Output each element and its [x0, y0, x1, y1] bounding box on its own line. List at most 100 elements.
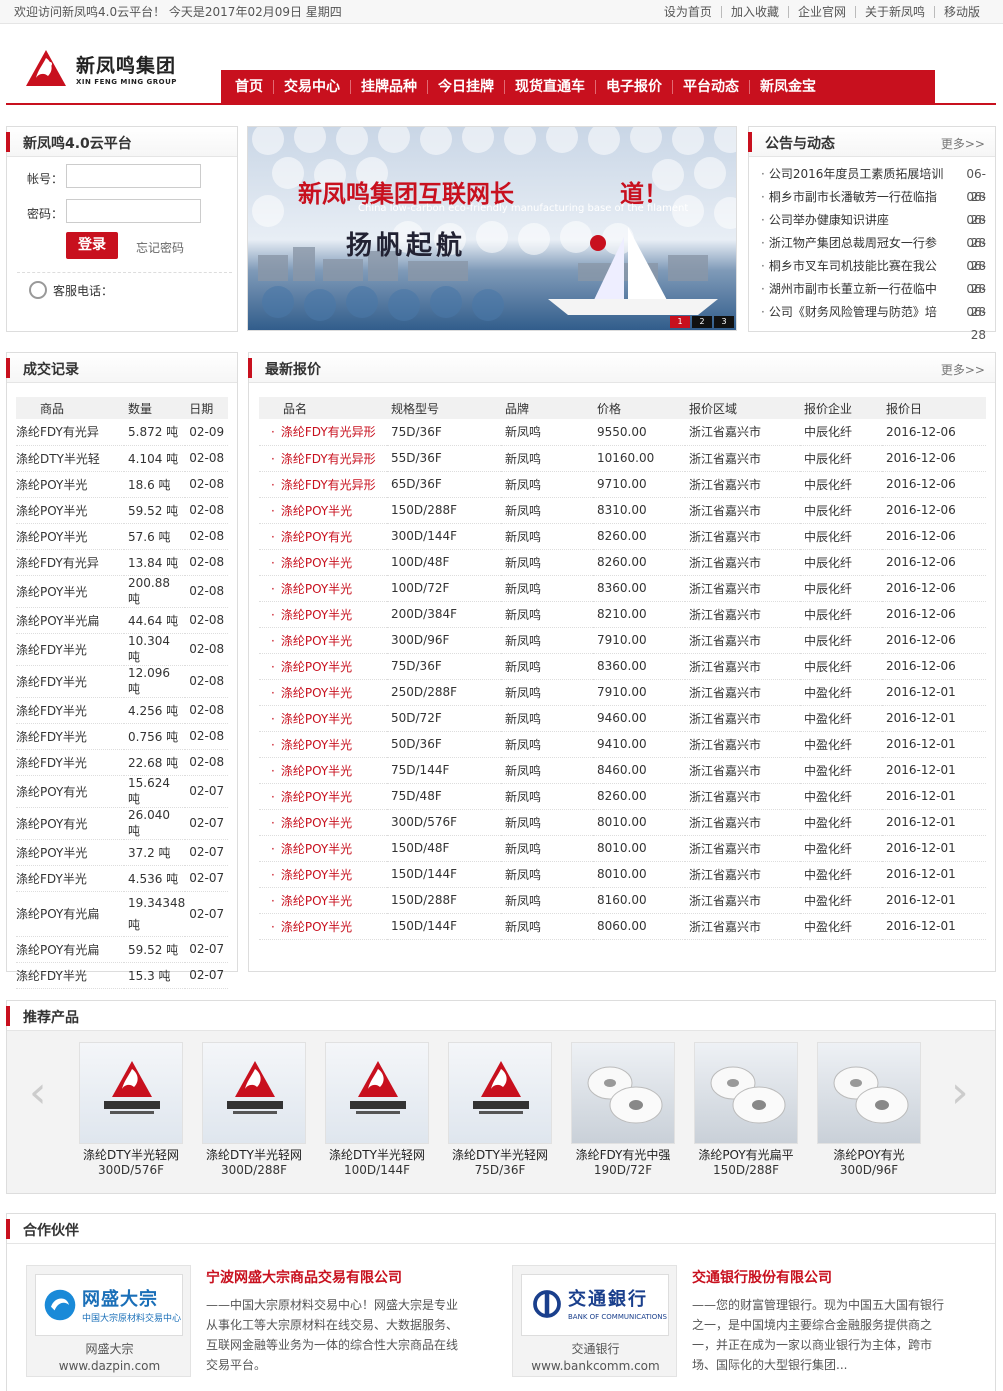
quote-brand: 新凤鸣 [501, 861, 593, 888]
quote-product[interactable]: 涤纶POY半光 [259, 653, 387, 680]
quote-product[interactable]: 涤纶POY半光 [259, 913, 387, 940]
site-logo[interactable]: 新凤鸣集团 XIN FENG MING GROUP [24, 46, 194, 90]
quote-product[interactable]: 涤纶POY半光 [259, 887, 387, 914]
nav-xinfeng-jinbao[interactable]: 新凤金宝 [749, 79, 826, 94]
quote-spec: 75D/36F [387, 419, 501, 446]
banner-dot-3[interactable]: 3 [714, 316, 734, 328]
nav-platform-news[interactable]: 平台动态 [672, 79, 749, 94]
product-name[interactable]: 涤纶DTY半光轻网 [79, 1148, 183, 1163]
deals-row: 涤纶POY半光 18.6 吨 02-08 [16, 471, 228, 498]
product-image[interactable] [571, 1042, 675, 1144]
partner-url-dazpin[interactable]: www.dazpin.com [27, 1359, 192, 1373]
news-item[interactable]: 公司举办健康知识讲座 06-28 [761, 209, 986, 250]
banner-slideshow[interactable]: 新凤鸣集团互联网长 道！ China low-carbon eco-friend… [247, 126, 737, 331]
quote-product[interactable]: 涤纶POY半光 [259, 861, 387, 888]
about-link[interactable]: 关于新凤鸣 [854, 6, 934, 18]
news-item-title[interactable]: 浙江物产集团总裁周冠女一行参 [761, 232, 943, 255]
carousel-next-arrow-icon[interactable]: › [951, 1071, 973, 1115]
news-item[interactable]: 桐乡市副市长潘敏芳一行莅临指 06-28 [761, 186, 986, 227]
quote-product[interactable]: 涤纶FDY有光异形 [259, 471, 387, 498]
quote-spec: 75D/144F [387, 757, 501, 784]
news-item[interactable]: 桐乡市叉车司机技能比赛在我公 06-28 [761, 255, 986, 296]
banner-pagination: 1 2 3 [668, 316, 734, 328]
quote-product[interactable]: 涤纶POY半光 [259, 497, 387, 524]
nav-today-listing[interactable]: 今日挂牌 [427, 79, 504, 94]
partner-title-dazpin[interactable]: 宁波网盛大宗商品交易有限公司 [206, 1267, 402, 1287]
product-name[interactable]: 涤纶DTY半光轻网 [325, 1148, 429, 1163]
quote-product[interactable]: 涤纶POY半光 [259, 731, 387, 758]
quote-product[interactable]: 涤纶POY半光 [259, 757, 387, 784]
product-name[interactable]: 涤纶FDY有光中强 [571, 1148, 675, 1163]
quote-price: 8310.00 [593, 497, 685, 524]
nav-listed-varieties[interactable]: 挂牌品种 [350, 79, 427, 94]
product-name[interactable]: 涤纶DTY半光轻网 [448, 1148, 552, 1163]
news-item-title[interactable]: 桐乡市副市长潘敏芳一行莅临指 [761, 186, 943, 209]
partner-logo-bankcomm[interactable]: 交通銀行 BANK OF COMMUNICATIONS 交通银行 www.ban… [512, 1265, 677, 1377]
quote-product[interactable]: 涤纶POY半光 [259, 809, 387, 836]
banner-dot-2[interactable]: 2 [692, 316, 712, 328]
quote-product[interactable]: 涤纶POY半光 [259, 575, 387, 602]
quote-product[interactable]: 涤纶POY半光 [259, 783, 387, 810]
product-card[interactable]: 涤纶POY有光 300D/96F [817, 1042, 921, 1177]
quotes-header-price: 价格 [593, 397, 685, 419]
partner-desc-bankcomm: ——您的财富管理银行。现为中国五大国有银行之一，是中国境内主要综合金融服务提供商… [692, 1298, 945, 1372]
news-item[interactable]: 公司《财务风险管理与防范》培 06-28 [761, 301, 986, 342]
product-card[interactable]: 涤纶POY有光扁平 150D/288F [694, 1042, 798, 1177]
nav-electronic-quote[interactable]: 电子报价 [595, 79, 672, 94]
carousel-prev-arrow-icon[interactable]: ‹ [29, 1071, 51, 1115]
mobile-link[interactable]: 移动版 [933, 6, 989, 18]
nav-spot-express[interactable]: 现货直通车 [504, 79, 595, 94]
add-favorite-link[interactable]: 加入收藏 [720, 6, 788, 18]
official-site-link[interactable]: 企业官网 [787, 6, 855, 18]
product-name[interactable]: 涤纶POY有光 [817, 1148, 921, 1163]
quote-product[interactable]: 涤纶POY半光 [259, 601, 387, 628]
product-card[interactable]: 涤纶DTY半光轻网 300D/288F [202, 1042, 306, 1177]
product-image[interactable] [325, 1042, 429, 1144]
quotes-row: 涤纶POY半光150D/48F新凤鸣8010.00浙江省嘉兴市中盈化纤2016-… [259, 835, 986, 862]
product-card[interactable]: 涤纶FDY有光中强 190D/72F [571, 1042, 675, 1177]
product-image[interactable] [79, 1042, 183, 1144]
quote-product[interactable]: 涤纶POY半光 [259, 705, 387, 732]
news-item-title[interactable]: 桐乡市叉车司机技能比赛在我公 [761, 255, 943, 278]
product-image[interactable] [448, 1042, 552, 1144]
partner-logo-dazpin[interactable]: 网盛大宗 中国大宗原材料交易中心 网盛大宗 www.dazpin.com [26, 1265, 191, 1377]
quote-brand: 新凤鸣 [501, 523, 593, 550]
quotes-more-link[interactable]: 更多>> [941, 361, 985, 378]
forgot-password-link[interactable]: 忘记密码 [136, 239, 184, 256]
news-item-title[interactable]: 湖州市副市长董立新一行莅临中 [761, 278, 943, 301]
account-input[interactable] [66, 164, 201, 188]
nav-home[interactable]: 首页 [235, 80, 273, 94]
product-image[interactable] [817, 1042, 921, 1144]
deal-quantity: 4.256 吨 [124, 697, 186, 724]
news-item[interactable]: 湖州市副市长董立新一行莅临中 06-28 [761, 278, 986, 319]
quote-product[interactable]: 涤纶POY半光 [259, 549, 387, 576]
set-homepage-link[interactable]: 设为首页 [655, 6, 721, 18]
quote-product[interactable]: 涤纶FDY有光异形 [259, 445, 387, 472]
news-item-title[interactable]: 公司2016年度员工素质拓展培训 [761, 163, 943, 186]
product-name[interactable]: 涤纶POY有光扁平 [694, 1148, 798, 1163]
products-panel-title: 推荐产品 [23, 1010, 79, 1026]
password-input[interactable] [66, 199, 201, 223]
partner-title-bankcomm[interactable]: 交通银行股份有限公司 [692, 1267, 832, 1287]
product-card[interactable]: 涤纶DTY半光轻网 100D/144F [325, 1042, 429, 1177]
quote-product[interactable]: 涤纶POY半光 [259, 835, 387, 862]
partner-url-bankcomm[interactable]: www.bankcomm.com [513, 1359, 678, 1373]
news-item[interactable]: 公司2016年度员工素质拓展培训 06-28 [761, 163, 986, 204]
quote-product[interactable]: 涤纶FDY有光异形 [259, 419, 387, 446]
nav-trading-center[interactable]: 交易中心 [273, 79, 350, 94]
partner-dazpin: 网盛大宗 中国大宗原材料交易中心 网盛大宗 www.dazpin.com 宁波网… [26, 1265, 506, 1380]
product-card[interactable]: 涤纶DTY半光轻网 75D/36F [448, 1042, 552, 1177]
quote-product[interactable]: 涤纶POY半光 [259, 627, 387, 654]
news-item-title[interactable]: 公司《财务风险管理与防范》培 [761, 301, 943, 324]
news-item[interactable]: 浙江物产集团总裁周冠女一行参 06-28 [761, 232, 986, 273]
quote-product[interactable]: 涤纶POY有光 [259, 523, 387, 550]
product-image[interactable] [694, 1042, 798, 1144]
quote-product[interactable]: 涤纶POY半光 [259, 679, 387, 706]
product-image[interactable] [202, 1042, 306, 1144]
product-name[interactable]: 涤纶DTY半光轻网 [202, 1148, 306, 1163]
product-card[interactable]: 涤纶DTY半光轻网 300D/576F [79, 1042, 183, 1177]
news-more-link[interactable]: 更多>> [941, 135, 985, 152]
login-button[interactable]: 登录 [66, 232, 118, 259]
banner-dot-1[interactable]: 1 [670, 316, 690, 328]
news-item-title[interactable]: 公司举办健康知识讲座 [761, 209, 943, 232]
